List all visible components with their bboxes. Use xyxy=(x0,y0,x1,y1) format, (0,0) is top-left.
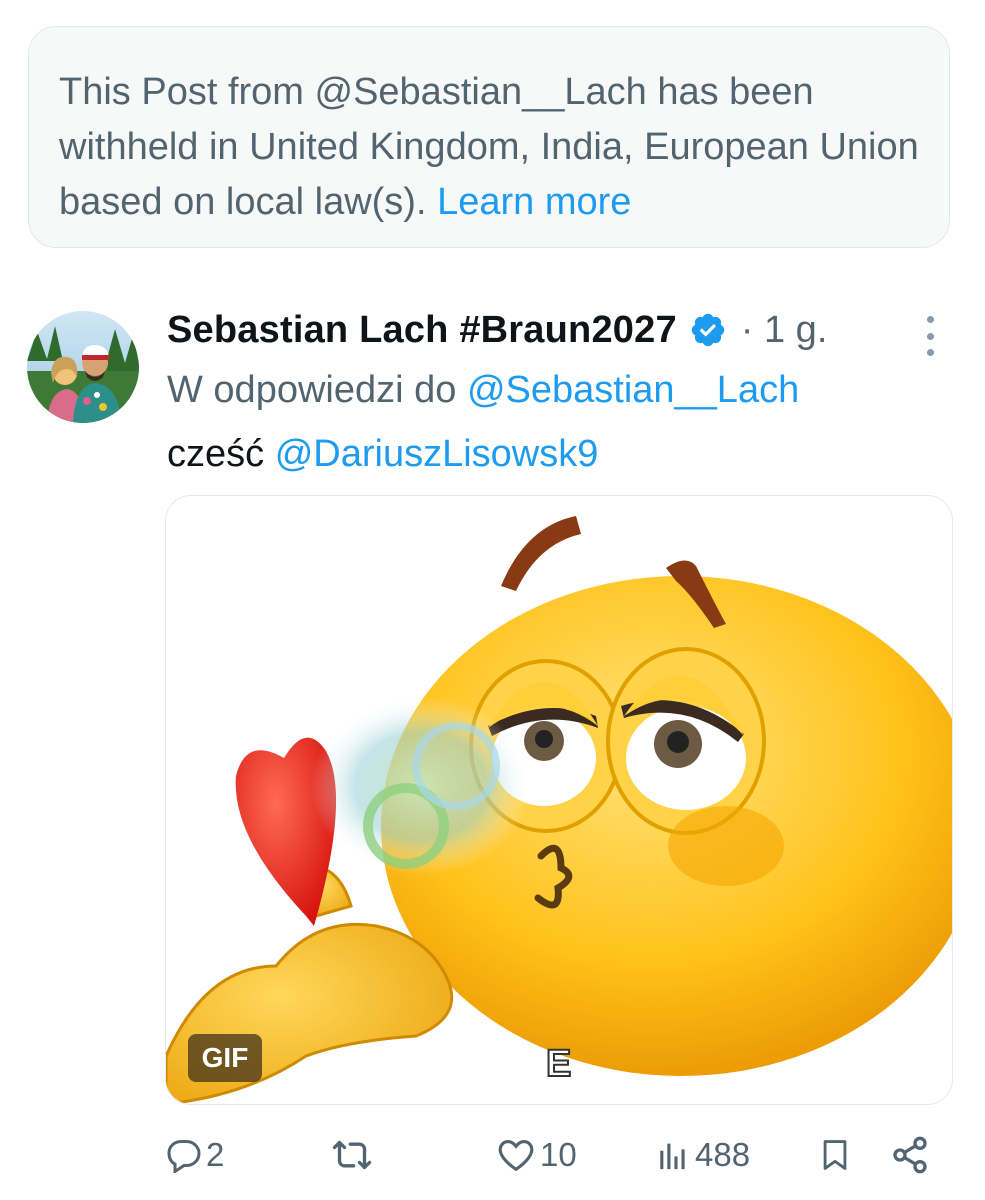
action-bar: 2 10 488 xyxy=(0,1125,985,1185)
views-count: 488 xyxy=(695,1136,751,1173)
reply-prefix: W odpowiedzi do xyxy=(167,369,457,411)
share-icon xyxy=(893,1136,927,1174)
kiss-emoji-image xyxy=(166,496,952,1104)
post-header: Sebastian Lach #Braun2027 · 1 g. xyxy=(167,300,827,360)
gif-badge: GIF xyxy=(188,1034,262,1082)
bookmark-button[interactable] xyxy=(818,1125,852,1185)
retweet-button[interactable] xyxy=(330,1125,378,1185)
like-icon xyxy=(498,1139,534,1172)
overlay-letter: E xyxy=(545,1042,572,1086)
author-name[interactable]: Sebastian Lach #Braun2027 xyxy=(167,309,677,352)
mention-link[interactable]: @DariuszLisowsk9 xyxy=(275,433,599,475)
views-button[interactable]: 488 xyxy=(655,1125,750,1185)
verified-badge-icon xyxy=(691,313,725,347)
post-time[interactable]: · 1 g. xyxy=(741,309,828,352)
bookmark-icon xyxy=(823,1140,847,1170)
avatar[interactable] xyxy=(27,311,139,423)
more-options-icon[interactable] xyxy=(910,314,950,358)
reply-icon xyxy=(167,1140,201,1173)
like-button[interactable]: 10 xyxy=(496,1125,577,1185)
reply-count: 2 xyxy=(206,1136,225,1173)
like-count: 10 xyxy=(540,1136,577,1173)
reply-button[interactable]: 2 xyxy=(166,1125,224,1185)
post-text: cześć @DariuszLisowsk9 xyxy=(167,426,598,482)
retweet-icon xyxy=(332,1140,372,1170)
learn-more-link[interactable]: Learn more xyxy=(437,181,631,223)
views-icon xyxy=(660,1143,685,1170)
gif-media[interactable]: GIF E xyxy=(165,495,953,1105)
post-text-content: cześć xyxy=(167,433,265,475)
reply-context: W odpowiedzi do @Sebastian__Lach xyxy=(167,362,799,418)
reply-handle[interactable]: @Sebastian__Lach xyxy=(467,369,799,411)
share-button[interactable] xyxy=(890,1125,930,1185)
withheld-notice: This Post from @Sebastian__Lach has been… xyxy=(28,26,950,248)
